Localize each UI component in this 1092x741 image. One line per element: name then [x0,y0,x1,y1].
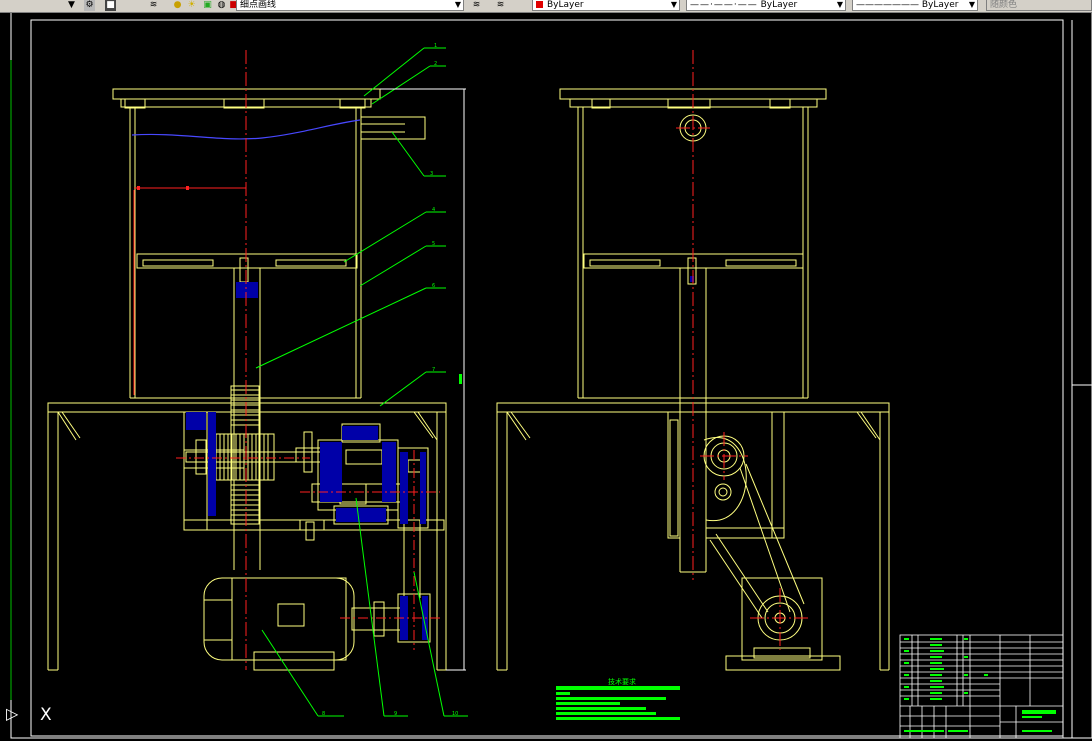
tech-req-title: 技术要求 [608,677,636,686]
chevron-down-icon: ▼ [454,0,461,9]
callout-1: 1 [434,43,437,49]
chevron-down-icon: ▼ [670,0,677,9]
chevron-down-icon: ▼ [836,0,843,9]
leader-markers [459,374,462,384]
ucs-x-axis-icon: Χ [40,705,52,725]
dropdown-arrow-icon[interactable]: ▼ [66,0,77,11]
properties-toolbar: ▼ ⚙ ■ ≋ ● ☀ ▣ ◍ ■ 细点画线 ▼ ≋ ≋ ByLayer ▼ —… [0,0,1092,13]
sun-icon[interactable]: ☀ [186,0,197,11]
callout-6: 6 [432,283,435,289]
color-value-text: ByLayer [547,0,584,10]
callout-8: 8 [322,711,325,717]
layer-previous-icon[interactable]: ■ [105,0,116,11]
linetype-preview: ——·——·—— [690,0,758,10]
layer-walk-icon[interactable]: ≋ [495,0,506,11]
layer-states-icon[interactable]: ≋ [471,0,482,11]
chevron-down-icon: ▼ [968,0,975,9]
callout-9: 9 [394,711,397,717]
layer-name-text: 细点画线 [240,0,277,10]
linetype-value-text: ByLayer [760,0,798,10]
match-properties-icon[interactable]: ⚙ [84,0,95,11]
layers-icon[interactable]: ≋ [148,0,159,11]
callout-7: 7 [432,367,435,373]
plotstyle-dropdown[interactable]: 随颜色 [986,0,1092,11]
linetype-dropdown[interactable]: ——·——·—— ByLayer ▼ [686,0,846,11]
lightbulb-icon[interactable]: ● [172,0,183,11]
callout-2: 2 [434,61,437,67]
color-swatch-icon [536,1,543,8]
plotstyle-value-text: 随颜色 [990,0,1018,10]
callout-4: 4 [432,207,435,213]
callout-5: 5 [432,241,435,247]
lock-icon[interactable]: ▣ [202,0,213,11]
callout-3: 3 [430,171,433,177]
drawing-canvas[interactable]: 1 2 3 4 5 6 7 8 9 10 技术要求 [0,13,1092,741]
lineweight-preview: ——————— [856,0,919,10]
layer-dropdown[interactable]: 细点画线 ▼ [236,0,464,11]
callout-10: 10 [452,711,458,717]
color-dropdown[interactable]: ByLayer ▼ [532,0,680,11]
lineweight-dropdown[interactable]: ——————— ByLayer ▼ [852,0,978,11]
ucs-icon: ▷ [6,704,19,723]
freeze-icon[interactable]: ◍ [216,0,227,11]
lineweight-value-text: ByLayer [921,0,959,10]
